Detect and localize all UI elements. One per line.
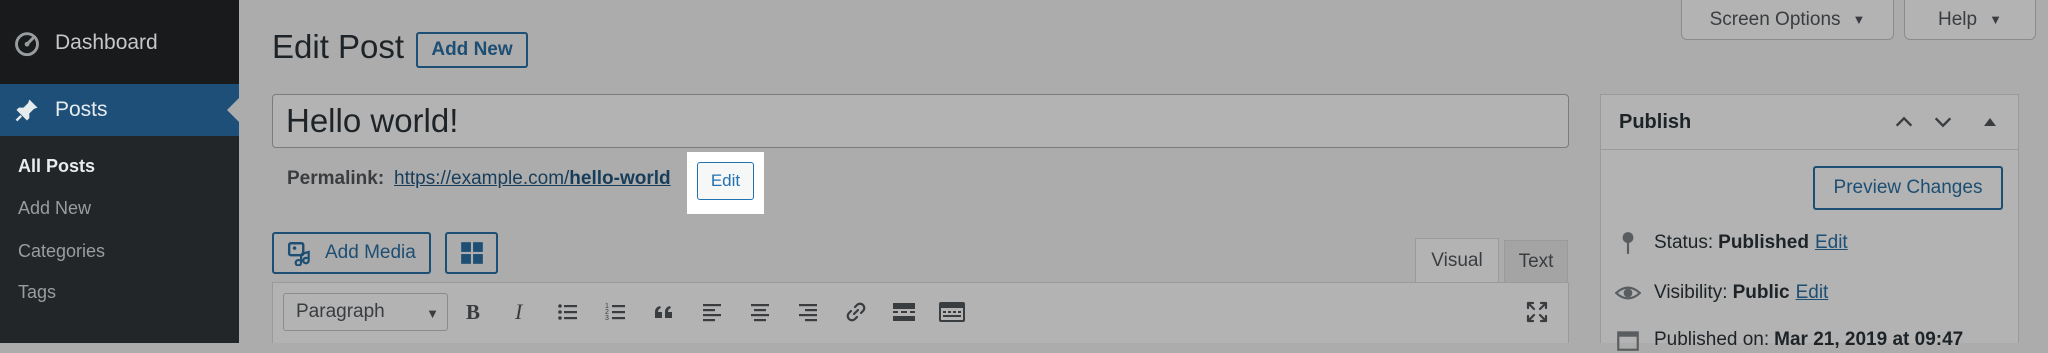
fullscreen-button[interactable] bbox=[1519, 294, 1555, 330]
visibility-label: Visibility: bbox=[1654, 282, 1728, 303]
admin-sidebar: Dashboard Posts All Posts Add New Catego… bbox=[0, 0, 239, 343]
menu-dashboard-label: Dashboard bbox=[55, 31, 158, 54]
caret-down-icon: ▼ bbox=[1989, 12, 2002, 27]
numbered-list-button[interactable]: 1 2 3 bbox=[598, 294, 634, 330]
chevron-down-icon bbox=[1934, 117, 1952, 128]
add-media-label: Add Media bbox=[325, 242, 416, 263]
move-up-button[interactable] bbox=[1889, 107, 1919, 137]
align-right-icon bbox=[799, 304, 817, 322]
published-on-label: Published on: bbox=[1654, 329, 1770, 350]
pin-icon bbox=[1622, 232, 1634, 254]
published-on-row: Published on: Mar 21, 2019 at 09:47 bbox=[1615, 327, 1963, 353]
read-more-icon bbox=[893, 303, 915, 321]
add-media-icon bbox=[287, 242, 310, 266]
numbered-list-icon: 1 2 3 bbox=[605, 303, 625, 322]
fullscreen-icon bbox=[1526, 301, 1548, 323]
caret-down-icon: ▼ bbox=[426, 306, 439, 321]
visibility-row: Visibility: Public Edit bbox=[1615, 280, 1828, 306]
help-button[interactable]: Help ▼ bbox=[1904, 0, 2036, 40]
eye-icon bbox=[1615, 286, 1641, 300]
align-center-icon bbox=[751, 304, 769, 322]
align-right-button[interactable] bbox=[790, 294, 826, 330]
editor-toolbar: Paragraph ▼ B I 1 2 3 bbox=[272, 282, 1569, 343]
pushpin-icon bbox=[15, 99, 38, 122]
status-row: Status: Published Edit bbox=[1615, 230, 1848, 256]
tab-text[interactable]: Text bbox=[1504, 240, 1568, 282]
dashboard-gauge-icon bbox=[15, 32, 39, 57]
post-title-input[interactable]: Hello world! bbox=[272, 94, 1569, 148]
publish-title: Publish bbox=[1619, 111, 1692, 133]
preview-changes-button[interactable]: Preview Changes bbox=[1813, 166, 2003, 210]
align-center-button[interactable] bbox=[742, 294, 778, 330]
svg-text:3: 3 bbox=[605, 315, 609, 322]
add-media-button[interactable]: Add Media bbox=[272, 232, 431, 274]
toolbar-toggle-icon bbox=[939, 302, 965, 322]
calendar-icon bbox=[1617, 331, 1639, 351]
bold-icon: B bbox=[466, 300, 480, 324]
insert-blocks-button[interactable] bbox=[445, 232, 498, 274]
menu-dashboard[interactable]: Dashboard bbox=[0, 17, 239, 69]
permalink-edit-button[interactable]: Edit bbox=[697, 162, 754, 200]
format-select-value: Paragraph bbox=[296, 301, 385, 322]
permalink-slug: hello-world bbox=[569, 168, 671, 189]
bulleted-list-icon bbox=[558, 304, 577, 320]
align-left-icon bbox=[703, 304, 721, 322]
published-on-value: Mar 21, 2019 at 09:47 bbox=[1774, 329, 1964, 350]
bold-button[interactable]: B bbox=[454, 294, 490, 330]
page-title: Edit Post bbox=[272, 28, 405, 65]
status-value: Published bbox=[1718, 232, 1809, 253]
insert-link-button[interactable] bbox=[838, 294, 874, 330]
read-more-button[interactable] bbox=[886, 294, 922, 330]
permalink-base: https://example.com/ bbox=[394, 168, 570, 189]
move-down-button[interactable] bbox=[1928, 107, 1958, 137]
blocks-grid-icon bbox=[460, 242, 483, 264]
status-label: Status: bbox=[1654, 232, 1714, 253]
link-icon bbox=[846, 302, 866, 322]
help-label: Help bbox=[1938, 8, 1978, 30]
italic-button[interactable]: I bbox=[502, 294, 538, 330]
active-menu-arrow bbox=[227, 98, 239, 122]
screen-options-button[interactable]: Screen Options ▼ bbox=[1681, 0, 1894, 40]
screen-options-label: Screen Options bbox=[1709, 8, 1841, 30]
add-new-button[interactable]: Add New bbox=[416, 32, 528, 68]
posts-submenu: All Posts Add New Categories Tags bbox=[0, 136, 239, 343]
publish-panel: Publish Preview Changes Status: Publishe… bbox=[1600, 94, 2019, 351]
status-edit-link[interactable]: Edit bbox=[1815, 232, 1848, 254]
italic-icon: I bbox=[514, 300, 524, 324]
collapse-panel-button[interactable] bbox=[1975, 107, 2005, 137]
submenu-add-new[interactable]: Add New bbox=[18, 198, 91, 219]
menu-posts-label: Posts bbox=[55, 98, 108, 121]
svg-text:B: B bbox=[466, 300, 480, 324]
submenu-categories[interactable]: Categories bbox=[18, 241, 105, 262]
submenu-tags[interactable]: Tags bbox=[18, 282, 56, 303]
caret-down-icon: ▼ bbox=[1852, 12, 1866, 27]
visibility-value: Public bbox=[1732, 282, 1790, 303]
menu-posts[interactable]: Posts bbox=[0, 84, 239, 136]
publish-panel-header: Publish bbox=[1601, 95, 2018, 150]
svg-text:I: I bbox=[514, 300, 524, 324]
blockquote-icon bbox=[655, 306, 672, 318]
permalink-label: Permalink: bbox=[287, 168, 385, 189]
chevron-up-icon bbox=[1895, 116, 1913, 127]
paragraph-format-select[interactable]: Paragraph ▼ bbox=[283, 293, 448, 331]
submenu-all-posts[interactable]: All Posts bbox=[18, 156, 95, 177]
triangle-up-icon bbox=[1984, 118, 1996, 126]
bulleted-list-button[interactable] bbox=[550, 294, 586, 330]
toolbar-toggle-button[interactable] bbox=[934, 294, 970, 330]
tab-visual[interactable]: Visual bbox=[1415, 238, 1499, 282]
align-left-button[interactable] bbox=[694, 294, 730, 330]
visibility-edit-link[interactable]: Edit bbox=[1796, 282, 1829, 304]
blockquote-button[interactable] bbox=[646, 294, 682, 330]
permalink-link[interactable]: https://example.com/hello-world bbox=[394, 168, 671, 190]
